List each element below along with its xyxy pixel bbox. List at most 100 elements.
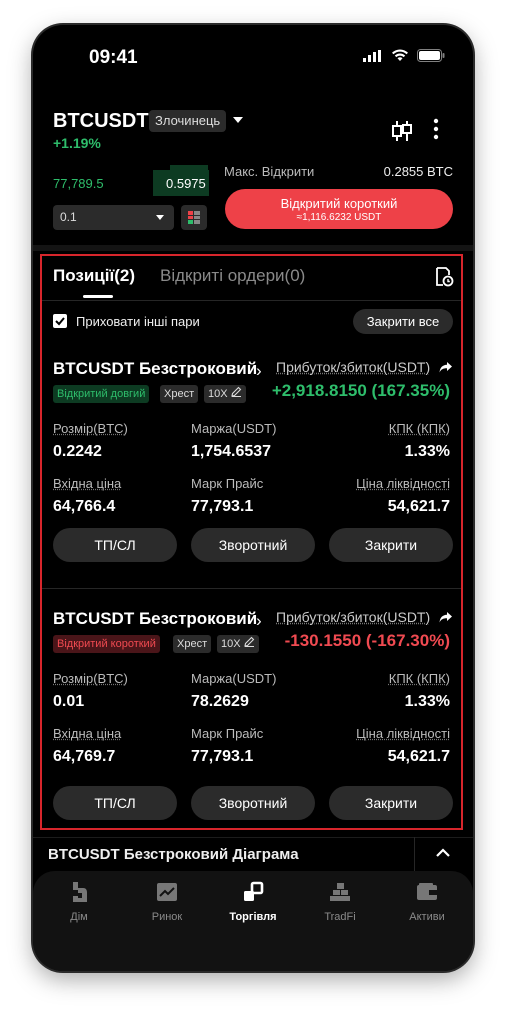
pnl-value: +2,918.8150 (167.35%) [271,381,450,400]
margin-mode-tag: Хрест [173,635,212,653]
chevron-right-icon[interactable]: › [256,611,262,631]
pnl-label: Прибуток/збиток(USDT) [276,359,431,375]
mark-price-label: Марк Прайс [191,726,264,741]
nav-market[interactable]: Ринок [123,879,211,923]
market-chart-icon [157,883,177,901]
nav-label: Ринок [151,911,183,923]
margin-label: Маржа(USDT) [191,671,277,686]
tab-open-orders[interactable]: Відкриті ордери(0) [160,266,305,286]
margin-value: 78.2629 [191,693,249,710]
position-card: BTCUSDT Безстроковий › Відкритий коротки… [42,609,461,849]
size-value: 0.2242 [53,443,102,460]
chevron-right-icon[interactable]: › [256,361,262,381]
history-document-icon[interactable] [434,266,454,288]
tab-active-indicator [83,295,113,298]
chart-drawer-label[interactable]: BTCUSDT Безстроковий Діаграма [48,846,299,863]
phone-screen: 09:41 BTCUSDT Злочинець +1.19% 77,789.5 … [33,25,473,971]
leverage-value: 10X [221,638,241,650]
leverage-tag[interactable]: 10X [217,635,259,653]
size-label: Розмір(BTC) [53,421,128,436]
position-card: BTCUSDT Безстроковий › Відкритий довгий … [42,359,461,599]
hide-other-pairs-label[interactable]: Приховати інші пари [76,314,200,329]
mmr-value: 1.33% [404,693,450,710]
open-short-amount: ≈1,116.6232 USDT [296,212,382,223]
mark-price-value: 77,793.1 [191,748,254,765]
reverse-button[interactable]: Зворотний [191,528,315,562]
position-title[interactable]: BTCUSDT Безстроковий [53,609,257,629]
check-icon [55,317,65,326]
pair-title[interactable]: BTCUSDT [53,110,149,133]
wifi-icon [392,49,408,61]
signal-icon [363,49,381,62]
mmr-label: КПК (КПК) [388,671,450,686]
leverage-value: 10X [208,388,228,400]
nav-label: Активи [409,911,445,923]
nav-tradfi[interactable]: TradFi [296,879,384,923]
size-label: Розмір(BTC) [53,671,128,686]
position-title[interactable]: BTCUSDT Безстроковий [53,359,257,379]
mark-price-value: 77,793.1 [191,498,254,515]
last-price: 77,789.5 [53,176,104,191]
close-position-button[interactable]: Закрити [329,786,453,820]
mark-price-label: Марк Прайс [191,476,264,491]
chevron-up-icon[interactable] [435,847,451,859]
tab-positions[interactable]: Позиції(2) [53,266,135,286]
hide-other-pairs-checkbox[interactable] [53,314,67,328]
mmr-label: КПК (КПК) [388,421,450,436]
share-icon[interactable] [438,359,454,375]
pnl-value: -130.1550 (-167.30%) [284,631,450,650]
margin-label: Маржа(USDT) [191,421,277,436]
pair-dropdown-caret-icon[interactable] [233,117,243,123]
entry-price-label: Вхідна ціна [53,726,122,741]
orderbook-toggle-button[interactable] [181,205,207,230]
close-all-button[interactable]: Закрити все [353,309,453,334]
pnl-label: Прибуток/збиток(USDT) [276,609,431,625]
liq-price-label: Ціна ліквідності [356,726,450,741]
nav-label: Торгівля [229,911,277,923]
nav-trade[interactable]: Торгівля [209,879,297,923]
depth-value: 0.5975 [166,176,206,191]
battery-icon [417,49,445,62]
section-divider [33,245,473,251]
trade-icon [244,881,264,901]
max-open-label: Макс. Відкрити [224,164,315,179]
card-divider [42,588,461,589]
close-position-button[interactable]: Закрити [329,528,453,562]
margin-mode-tag: Хрест [160,385,199,403]
edit-pencil-icon [243,636,254,648]
nav-home[interactable]: Дім [35,879,123,923]
home-icon [73,882,87,902]
open-short-label: Відкритий короткий [280,196,398,211]
more-menu-icon[interactable] [433,118,439,140]
candlestick-chart-icon[interactable] [391,119,413,143]
tpsl-button[interactable]: ТП/СЛ [53,786,177,820]
orderbook-icon [188,211,200,224]
mmr-value: 1.33% [404,443,450,460]
status-icons [363,49,445,62]
wallet-icon [417,883,437,900]
nav-assets[interactable]: Активи [383,879,471,923]
liq-price-value: 54,621.7 [387,498,450,515]
max-open-value: 0.2855 BTC [383,164,453,179]
chevron-down-icon[interactable] [156,215,164,220]
leverage-tag[interactable]: 10X [204,385,246,403]
nav-label: Дім [70,911,88,923]
size-value: 0.01 [53,693,85,710]
nav-label: TradFi [324,911,356,923]
tradfi-bars-icon [330,883,350,901]
reverse-button[interactable]: Зворотний [191,786,315,820]
side-tag-long: Відкритий довгий [53,385,150,403]
share-icon[interactable] [438,609,454,625]
entry-price-value: 64,766.4 [53,498,116,515]
liq-price-value: 54,621.7 [387,748,450,765]
pair-tag: Злочинець [149,110,227,132]
entry-price-label: Вхідна ціна [53,476,122,491]
open-short-button[interactable]: Відкритий короткий ≈1,116.6232 USDT [225,189,453,229]
tpsl-button[interactable]: ТП/СЛ [53,528,177,562]
entry-price-value: 64,769.7 [53,748,116,765]
margin-value: 1,754.6537 [191,443,272,460]
edit-pencil-icon [230,386,241,398]
price-change: +1.19% [53,135,101,151]
status-time: 09:41 [89,47,138,68]
side-tag-short: Відкритий короткий [53,635,160,653]
